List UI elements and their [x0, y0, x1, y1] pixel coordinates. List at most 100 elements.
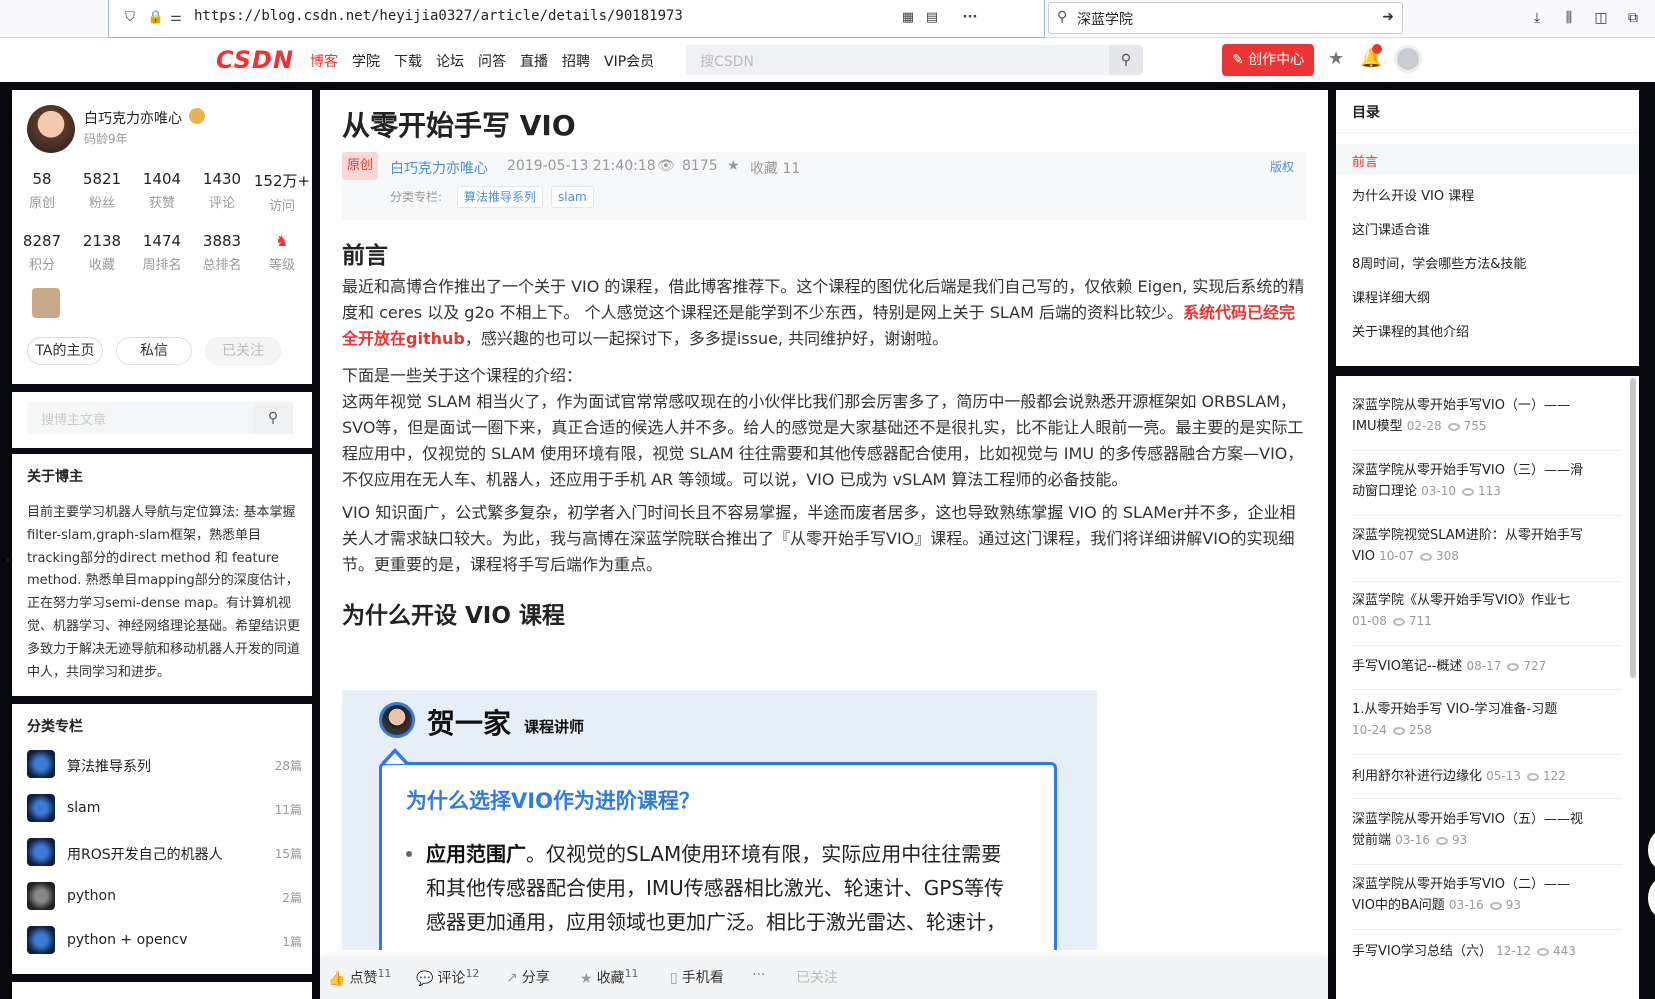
- category-item[interactable]: slam 11篇: [27, 794, 302, 826]
- category-item[interactable]: python + opencv 1篇: [27, 926, 302, 958]
- toc-card: 目录 前言 为什么开设 VIO 课程 这门课适合谁 8周时间，学会哪些方法&技能…: [1336, 90, 1639, 366]
- category-item[interactable]: 用ROS开发自己的机器人 15篇: [27, 838, 302, 870]
- like-button[interactable]: 👍 点赞11: [328, 967, 391, 988]
- stat-fans[interactable]: 5821 粉丝: [72, 170, 132, 214]
- eye-icon: [1392, 726, 1405, 735]
- callout-bullet: 应用范围广。仅视觉的SLAM使用环境有限，实际应用中往往需要和其他传感器配合使用…: [426, 842, 1006, 934]
- blog-search-input[interactable]: 搜博主文章: [27, 402, 253, 434]
- stat-original[interactable]: 58 原创: [12, 170, 72, 214]
- favorite-button[interactable]: ★ 收藏11: [580, 967, 639, 988]
- copyright-link[interactable]: 版权: [1270, 158, 1294, 175]
- browser-search-box[interactable]: ⚲ 深蓝学院 ➜: [1048, 2, 1403, 34]
- section-heading-why: 为什么开设 VIO 课程: [342, 603, 565, 629]
- callout-notch-inner: [385, 753, 405, 764]
- nav-item-forum[interactable]: 论坛: [436, 51, 464, 71]
- related-article[interactable]: 深蓝学院《从零开始手写VIO》作业七 01-08 711: [1352, 591, 1617, 632]
- related-article[interactable]: 1.从零开始手写 VIO-学习准备-习题 10-24 258: [1352, 700, 1617, 741]
- column-tag[interactable]: 算法推导系列: [457, 186, 544, 208]
- toc-item[interactable]: 8周时间，学会哪些方法&技能: [1352, 253, 1526, 272]
- stat-comments[interactable]: 1430 评论: [192, 170, 252, 214]
- lock-icon[interactable]: 🔒: [147, 9, 165, 27]
- bullet-dot: [406, 851, 412, 857]
- address-bar[interactable]: ⛉ 🔒 ⚌ https://blog.csdn.net/heyijia0327/…: [108, 0, 1045, 38]
- follow-button[interactable]: 已关注: [796, 967, 838, 987]
- stat-favorites[interactable]: 2138 收藏: [72, 232, 132, 273]
- divider: [1352, 581, 1622, 582]
- create-center-button[interactable]: ✎ 创作中心: [1222, 44, 1314, 76]
- star-icon[interactable]: ★: [727, 158, 740, 174]
- sidebar-icon[interactable]: ◫: [1592, 9, 1610, 27]
- related-article[interactable]: 手写VIO笔记--概述 08-17 727: [1352, 656, 1617, 677]
- related-scrollbar[interactable]: [1630, 378, 1636, 678]
- related-article[interactable]: 深蓝学院从零开始手写VIO（一）—— IMU模型 02-28 755: [1352, 396, 1617, 437]
- nav-item-jobs[interactable]: 招聘: [562, 51, 590, 71]
- eye-icon: [1392, 617, 1405, 626]
- search-go-arrow-icon[interactable]: ➜: [1382, 9, 1394, 25]
- toc-item[interactable]: 为什么开设 VIO 课程: [1352, 185, 1474, 204]
- about-title: 关于博主: [27, 469, 83, 485]
- site-search[interactable]: 搜CSDN ⚲: [686, 45, 1143, 75]
- toc-item[interactable]: 这门课适合谁: [1352, 219, 1430, 238]
- nav-item-download[interactable]: 下载: [394, 51, 422, 71]
- toc-item[interactable]: 课程详细大纲: [1352, 287, 1430, 306]
- related-article[interactable]: 利用舒尔补进行边缘化 05-13 122: [1352, 766, 1617, 787]
- private-message-button[interactable]: 私信: [116, 337, 192, 365]
- mobile-view-button[interactable]: ▯ 手机看: [670, 967, 724, 987]
- site-search-input[interactable]: 搜CSDN: [700, 51, 754, 71]
- author-name[interactable]: 白巧克力亦唯心: [84, 108, 182, 128]
- site-search-button[interactable]: ⚲: [1109, 45, 1143, 75]
- comment-button[interactable]: 💬 评论12: [416, 967, 479, 988]
- stat-points[interactable]: 8287 积分: [12, 232, 72, 273]
- nav-item-blog[interactable]: 博客: [310, 51, 338, 71]
- url-text[interactable]: https://blog.csdn.net/heyijia0327/articl…: [194, 8, 683, 24]
- star-icon[interactable]: ★: [1328, 48, 1344, 69]
- share-button[interactable]: ↗ 分享: [506, 967, 550, 987]
- medal-icon[interactable]: [32, 288, 60, 318]
- nav-item-academy[interactable]: 学院: [352, 51, 380, 71]
- category-icon: [27, 794, 55, 822]
- article-title: 从零开始手写 VIO: [342, 109, 576, 142]
- blog-search-button[interactable]: ⚲: [253, 402, 293, 434]
- stat-visits[interactable]: 152万+ 访问: [252, 170, 312, 214]
- download-icon[interactable]: ⤓: [1528, 9, 1546, 27]
- related-article[interactable]: 深蓝学院视觉SLAM进阶：从零开始手写 VIO 10-07 308: [1352, 526, 1617, 567]
- author-age: 码龄9年: [84, 132, 128, 146]
- shield-icon[interactable]: ⛉: [121, 9, 139, 27]
- nav-item-vip[interactable]: VIP会员: [604, 51, 654, 71]
- author-avatar[interactable]: [27, 105, 75, 153]
- create-center-label: 创作中心: [1248, 52, 1305, 68]
- related-article[interactable]: 深蓝学院从零开始手写VIO（二）—— VIO中的BA问题 03-16 93: [1352, 875, 1617, 916]
- stat-level[interactable]: ♞ 等级: [252, 232, 312, 273]
- browser-toolbar: ⛉ 🔒 ⚌ https://blog.csdn.net/heyijia0327/…: [0, 0, 1655, 38]
- qr-code-icon[interactable]: ▦: [899, 9, 917, 27]
- browser-search-value[interactable]: 深蓝学院: [1077, 9, 1133, 29]
- course-banner-image: 贺一家 课程讲师 为什么选择VIO作为进阶课程？ 应用范围广。仅视觉的SLAM使…: [342, 690, 1097, 950]
- reader-view-icon[interactable]: ▤: [923, 9, 941, 27]
- stat-total-rank[interactable]: 3883 总排名: [192, 232, 252, 273]
- category-item[interactable]: python 2篇: [27, 882, 302, 914]
- library-icon[interactable]: ⫼: [1560, 9, 1578, 27]
- more-button[interactable]: ···: [752, 967, 765, 983]
- related-article[interactable]: 深蓝学院从零开始手写VIO（五）——视 觉前端 03-16 93: [1352, 810, 1617, 851]
- toc-item[interactable]: 前言: [1352, 151, 1378, 170]
- article-favorites[interactable]: 收藏 11: [750, 158, 800, 178]
- permissions-icon[interactable]: ⚌: [167, 9, 185, 27]
- followed-button[interactable]: 已关注: [205, 337, 281, 365]
- categories-card: 分类专栏 算法推导系列 28篇 slam 11篇 用ROS开发自己的机器人 15篇 p…: [12, 704, 312, 974]
- related-article[interactable]: 深蓝学院从零开始手写VIO（三）——滑 动窗口理论 03-10 113: [1352, 461, 1617, 502]
- category-item[interactable]: 算法推导系列 28篇: [27, 750, 302, 782]
- stat-likes[interactable]: 1404 获赞: [132, 170, 192, 214]
- related-article[interactable]: 手写VIO学习总结（六） 12-12 443: [1352, 941, 1617, 962]
- author-home-button[interactable]: TA的主页: [27, 337, 103, 365]
- column-label: 分类专栏:: [390, 190, 443, 204]
- toc-item[interactable]: 关于课程的其他介绍: [1352, 321, 1469, 340]
- stat-week-rank[interactable]: 1474 周排名: [132, 232, 192, 273]
- column-tag[interactable]: slam: [551, 186, 594, 208]
- screenshot-icon[interactable]: ⧉: [1624, 9, 1642, 27]
- csdn-logo[interactable]: CSDN: [216, 46, 294, 74]
- more-actions-icon[interactable]: ···: [961, 9, 979, 27]
- nav-item-live[interactable]: 直播: [520, 51, 548, 71]
- nav-item-qa[interactable]: 问答: [478, 51, 506, 71]
- user-avatar[interactable]: [1394, 45, 1422, 73]
- article-author[interactable]: 白巧克力亦唯心: [390, 158, 488, 178]
